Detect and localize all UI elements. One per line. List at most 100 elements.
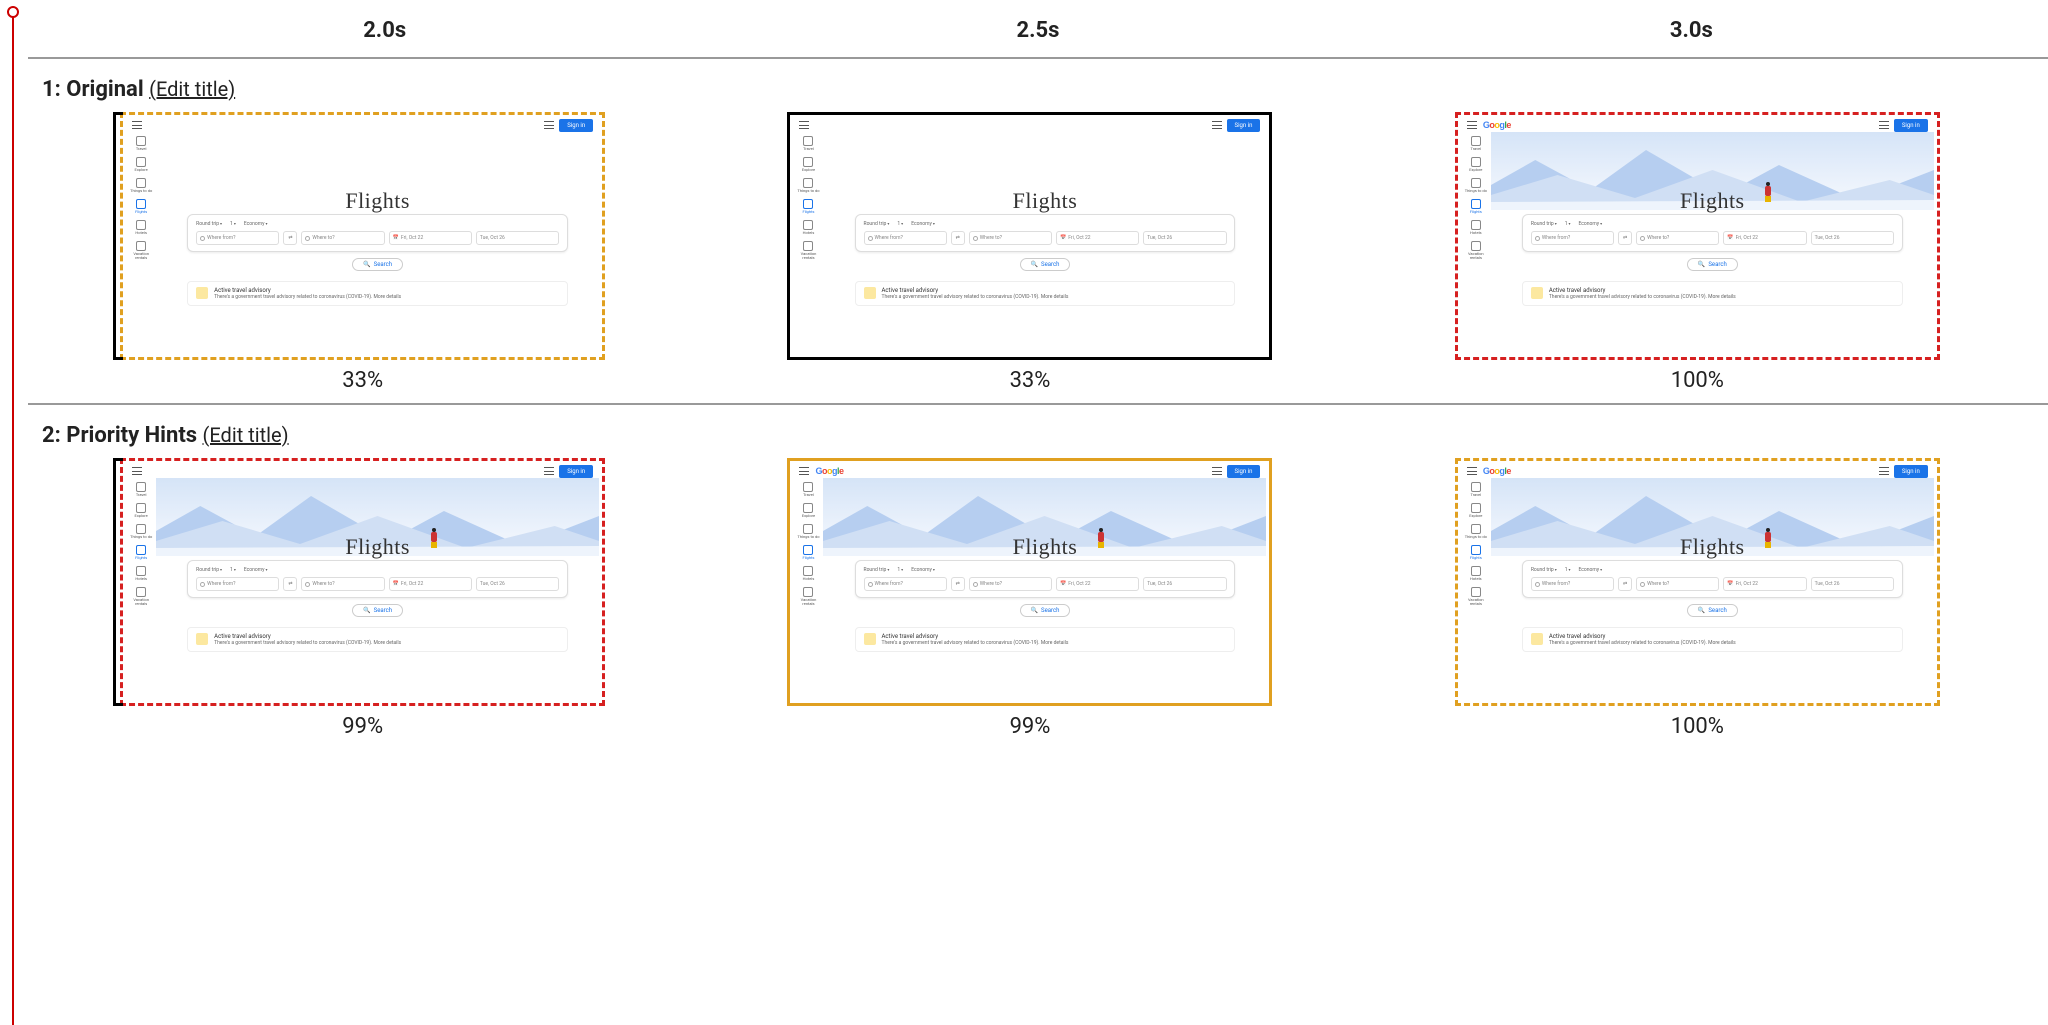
sign-in-button: Sign in xyxy=(559,119,593,132)
edit-title-link[interactable]: (Edit title) xyxy=(149,77,235,101)
sidebar: TravelExploreThings to doFlightsHotelsVa… xyxy=(1461,132,1491,354)
swap-icon: ⇄ xyxy=(951,231,965,245)
sidebar-item: Travel xyxy=(129,482,153,497)
sidebar-item: Things to do xyxy=(1464,178,1488,193)
from-field: Where from? xyxy=(864,577,947,591)
warning-icon xyxy=(864,633,876,645)
sidebar: TravelExploreThings to doFlightsHotelsVa… xyxy=(793,478,823,700)
sidebar-item: Things to do xyxy=(129,524,153,539)
travel-advisory: Active travel advisory There's a governm… xyxy=(187,281,568,306)
google-logo: Google xyxy=(1483,120,1511,130)
page-heading: Flights xyxy=(1491,534,1934,560)
sign-in-button: Sign in xyxy=(1894,119,1928,132)
sidebar-item: Travel xyxy=(1464,136,1488,151)
sidebar: TravelExploreThings to doFlightsHotelsVa… xyxy=(126,478,156,700)
sidebar-item: Explore xyxy=(1464,503,1488,518)
return-date-field: Tue, Oct 26 xyxy=(1143,231,1226,245)
search-button: 🔍 Search xyxy=(1687,258,1738,271)
filmstrip-frame: Google Sign in TravelExploreThings to do… xyxy=(703,458,1356,739)
screenshot-thumbnail[interactable]: Google Sign in Travel Explore Things to do… xyxy=(1455,112,1940,360)
return-date-field: Tue, Oct 26 xyxy=(1811,231,1894,245)
sidebar-item: Hotels xyxy=(1464,566,1488,581)
sidebar-item: Travel xyxy=(796,482,820,497)
search-card: Round trip 1 Economy Where from? ⇄ Where… xyxy=(187,560,568,598)
screenshot-thumbnail[interactable]: Google Sign in TravelExploreThings to do… xyxy=(1455,458,1940,706)
swap-icon: ⇄ xyxy=(1618,231,1632,245)
screenshot-thumbnail[interactable]: Google Sign in TravelExploreThings to do… xyxy=(787,458,1272,706)
screenshot-thumbnail[interactable]: Google Sign in TravelExploreThings to do… xyxy=(120,112,605,360)
mini-page: Google Sign in TravelExploreThings to do… xyxy=(793,118,1266,354)
filmstrip-frame: Google Sign in TravelExploreThings to do… xyxy=(1371,458,2024,739)
screenshot-thumbnail[interactable]: Google Sign in TravelExploreThings to do… xyxy=(120,458,605,706)
sidebar-item: Hotels xyxy=(129,220,153,235)
return-date-field: Tue, Oct 26 xyxy=(476,577,559,591)
mini-page: Google Sign in TravelExploreThings to do… xyxy=(126,118,599,354)
trip-chips: Round trip 1 Economy xyxy=(196,567,559,573)
warning-icon xyxy=(1531,633,1543,645)
sidebar-item: Flights xyxy=(129,199,153,214)
sidebar-item: Things to do xyxy=(796,524,820,539)
section-title: 2: Priority Hints (Edit title) xyxy=(12,405,2048,458)
page-heading: Flights xyxy=(823,534,1266,560)
sidebar: TravelExploreThings to doFlightsHotelsVa… xyxy=(126,132,156,354)
search-card: Round trip 1 Economy Where from? ⇄ Where… xyxy=(1522,214,1903,252)
depart-date-field: 📅 Fri, Oct 22 xyxy=(1723,577,1806,591)
depart-date-field: 📅 Fri, Oct 22 xyxy=(389,577,472,591)
page-heading: Flights xyxy=(156,188,599,214)
search-button: 🔍 Search xyxy=(1687,604,1738,617)
filmstrip-frame: Google Sign in TravelExploreThings to do… xyxy=(36,112,689,393)
trip-chips: Round trip 1 Economy xyxy=(864,567,1227,573)
search-card: Round trip 1 Economy Where from? ⇄ Where… xyxy=(855,214,1236,252)
visual-complete-percent: 99% xyxy=(1010,714,1051,739)
to-field: Where to? xyxy=(969,577,1052,591)
hamburger-icon xyxy=(132,467,142,475)
sign-in-button: Sign in xyxy=(1894,465,1928,478)
screenshot-thumbnail[interactable]: Google Sign in TravelExploreThings to do… xyxy=(787,112,1272,360)
row-label: 2: Priority Hints xyxy=(42,423,203,448)
depart-date-field: 📅 Fri, Oct 22 xyxy=(1056,231,1139,245)
edit-title-link[interactable]: (Edit title) xyxy=(203,423,289,447)
travel-advisory: Active travel advisory There's a governm… xyxy=(855,281,1236,306)
sidebar-item: Travel xyxy=(1464,482,1488,497)
visual-complete-percent: 33% xyxy=(1010,368,1051,393)
swap-icon: ⇄ xyxy=(951,577,965,591)
travel-advisory: Active travel advisory There's a governm… xyxy=(855,627,1236,652)
sign-in-button: Sign in xyxy=(559,465,593,478)
swap-icon: ⇄ xyxy=(283,231,297,245)
apps-icon xyxy=(1212,121,1222,129)
filmstrip-row: Google Sign in TravelExploreThings to do… xyxy=(12,458,2048,739)
search-button: 🔍 Search xyxy=(352,604,403,617)
trip-chips: Round trip 1 Economy xyxy=(1531,567,1894,573)
mini-page: Google Sign in TravelExploreThings to do… xyxy=(126,464,599,700)
warning-icon xyxy=(1531,287,1543,299)
sidebar-item: Travel xyxy=(129,136,153,151)
sidebar-item: Vacation rentals xyxy=(129,241,153,260)
sidebar-item: Flights xyxy=(1464,545,1488,560)
to-field: Where to? xyxy=(301,577,384,591)
return-date-field: Tue, Oct 26 xyxy=(1143,577,1226,591)
filmstrip-row: Google Sign in Travel Explore Things to do… xyxy=(12,112,2048,393)
hamburger-icon xyxy=(132,121,142,129)
apps-icon xyxy=(1879,467,1889,475)
mini-page: Google Sign in TravelExploreThings to do… xyxy=(1461,464,1934,700)
sidebar-item: Vacation rentals xyxy=(796,241,820,260)
trip-chips: Round trip 1 Economy xyxy=(196,221,559,227)
search-button: 🔍 Search xyxy=(1020,604,1071,617)
hero-banner: Flights xyxy=(1491,478,1934,556)
apps-icon xyxy=(544,467,554,475)
to-field: Where to? xyxy=(1636,577,1719,591)
search-card: Round trip 1 Economy Where from? ⇄ Where… xyxy=(855,560,1236,598)
sidebar-item: Things to do xyxy=(129,178,153,193)
mini-page: Google Sign in TravelExploreThings to do… xyxy=(793,464,1266,700)
search-card: Round trip 1 Economy Where from? ⇄ Where… xyxy=(1522,560,1903,598)
mini-page: Google Sign in Travel Explore Things to do… xyxy=(1461,118,1934,354)
to-field: Where to? xyxy=(301,231,384,245)
sidebar-item: Travel xyxy=(796,136,820,151)
from-field: Where from? xyxy=(864,231,947,245)
depart-date-field: 📅 Fri, Oct 22 xyxy=(1056,577,1139,591)
sidebar-item: Vacation rentals xyxy=(796,587,820,606)
sidebar-item: Explore xyxy=(1464,157,1488,172)
filmstrip-frame: Google Sign in Travel Explore Things to do… xyxy=(1371,112,2024,393)
warning-icon xyxy=(196,287,208,299)
warning-icon xyxy=(196,633,208,645)
